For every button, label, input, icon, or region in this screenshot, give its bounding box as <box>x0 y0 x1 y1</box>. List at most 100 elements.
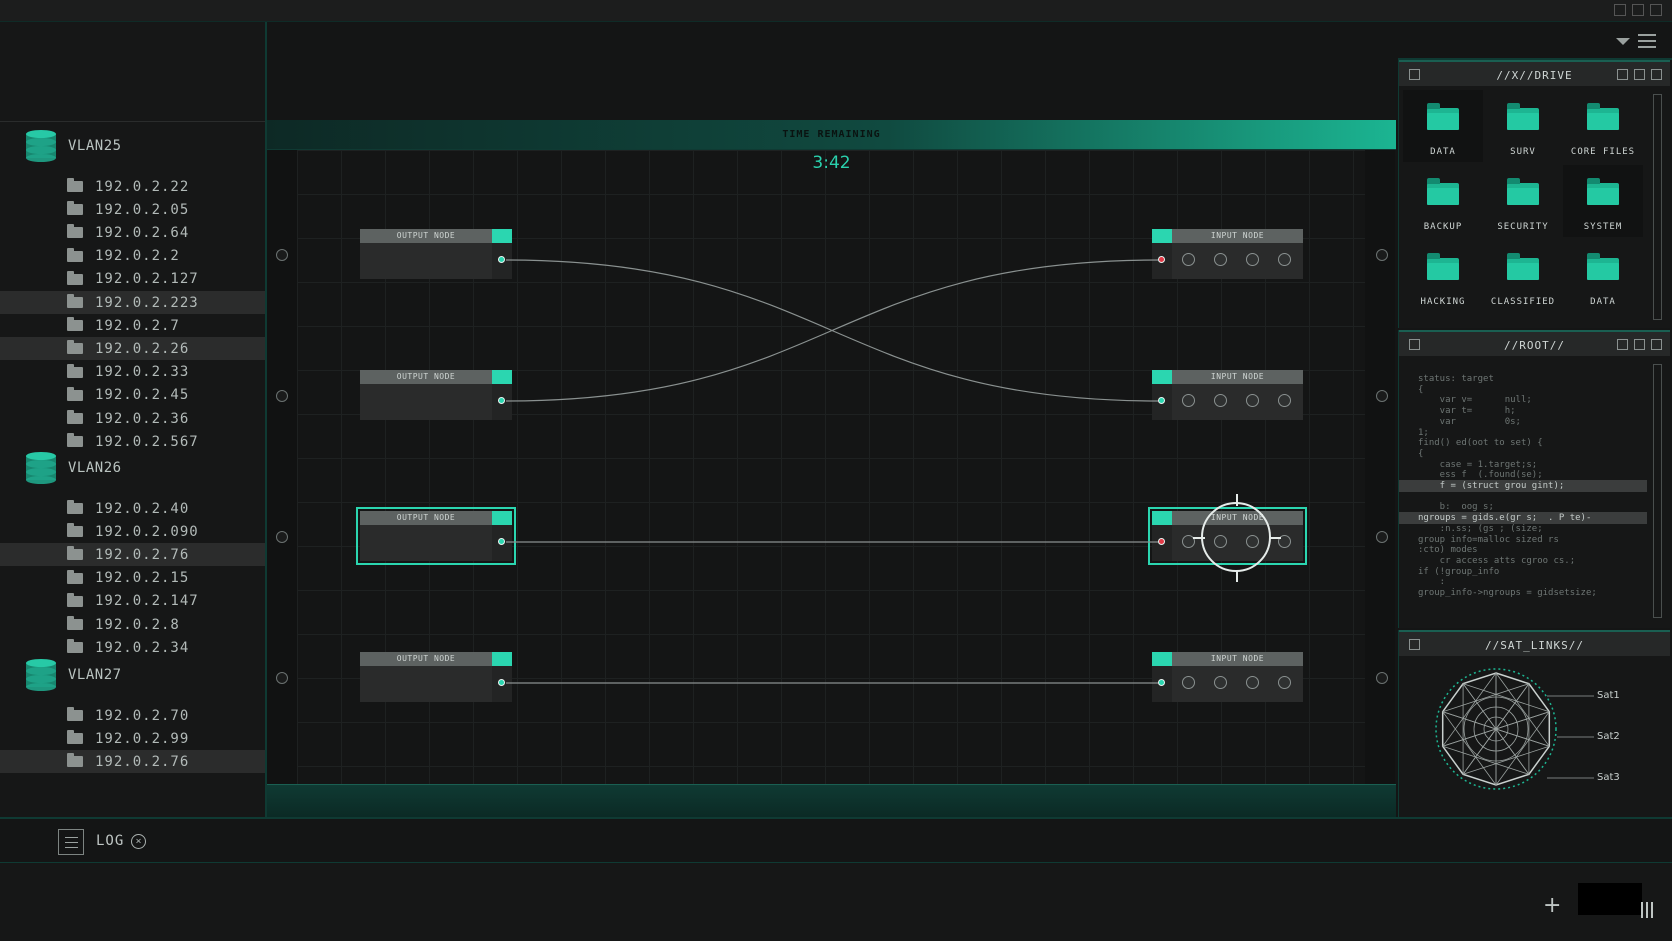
socket-icon[interactable] <box>1214 253 1227 266</box>
port-dot-icon <box>1158 679 1165 686</box>
vlan-group-header[interactable]: VLAN27 <box>26 657 122 693</box>
ip-address: 192.0.2.70 <box>95 707 190 724</box>
input-node[interactable]: INPUT NODE <box>1152 652 1303 702</box>
output-port[interactable] <box>492 666 512 702</box>
ip-list-item[interactable]: 192.0.2.45 <box>0 384 265 407</box>
panel-minimize-icon[interactable] <box>1617 339 1628 350</box>
drive-scrollbar[interactable] <box>1653 94 1662 320</box>
ip-list-item[interactable]: 192.0.2.2 <box>0 245 265 268</box>
panel-close-icon[interactable] <box>1651 69 1662 80</box>
ip-list-item[interactable]: 192.0.2.22 <box>0 175 265 198</box>
socket-icon[interactable] <box>1278 253 1291 266</box>
hamburger-icon[interactable] <box>1638 34 1656 48</box>
input-port[interactable] <box>1152 243 1172 279</box>
ip-list-item[interactable]: 192.0.2.76 <box>0 750 265 774</box>
drive-folder-label: BACKUP <box>1423 222 1463 232</box>
ip-list-item[interactable]: 192.0.2.127 <box>0 268 265 291</box>
output-node[interactable]: OUTPUT NODE <box>360 370 512 420</box>
menu-icon[interactable] <box>58 829 84 855</box>
panel-restore-icon[interactable] <box>1634 339 1645 350</box>
ip-list-item[interactable]: 192.0.2.147 <box>0 590 265 613</box>
drive-folder-item[interactable]: DATA <box>1403 90 1483 162</box>
ip-list-item[interactable]: 192.0.2.99 <box>0 727 265 750</box>
socket-icon[interactable] <box>1182 676 1195 689</box>
ip-list-item[interactable]: 192.0.2.26 <box>0 337 265 361</box>
drive-folder-item[interactable]: CORE FILES <box>1563 90 1643 162</box>
vlan-group-header[interactable]: VLAN25 <box>26 128 122 164</box>
port-dot-icon <box>1158 397 1165 404</box>
close-circle-icon[interactable]: × <box>131 834 146 849</box>
rail-port-icon[interactable] <box>1376 531 1388 543</box>
folder-icon <box>1507 103 1539 130</box>
chevron-down-icon[interactable] <box>1616 38 1630 45</box>
rail-port-icon[interactable] <box>1376 390 1388 402</box>
output-node[interactable]: OUTPUT NODE <box>360 652 512 702</box>
socket-icon[interactable] <box>1182 394 1195 407</box>
canvas-footer-bar <box>267 784 1396 817</box>
drive-folder-item[interactable]: SYSTEM <box>1563 165 1643 237</box>
output-port[interactable] <box>492 243 512 279</box>
socket-icon[interactable] <box>1246 676 1259 689</box>
ip-list-item[interactable]: 192.0.2.15 <box>0 567 265 590</box>
socket-icon[interactable] <box>1246 253 1259 266</box>
minimize-icon[interactable] <box>1614 4 1626 16</box>
rail-port-icon[interactable] <box>1376 249 1388 261</box>
ip-list-item[interactable]: 192.0.2.33 <box>0 361 265 384</box>
ip-list-item[interactable]: 192.0.2.76 <box>0 543 265 567</box>
socket-icon[interactable] <box>1214 676 1227 689</box>
ip-list-item[interactable]: 192.0.2.223 <box>0 291 265 314</box>
ip-list-item[interactable]: 192.0.2.34 <box>0 636 265 659</box>
output-port[interactable] <box>492 384 512 420</box>
maximize-icon[interactable] <box>1632 4 1644 16</box>
ip-list-item[interactable]: 192.0.2.64 <box>0 221 265 244</box>
output-node[interactable]: OUTPUT NODE <box>356 507 516 565</box>
ip-address: 192.0.2.2 <box>95 248 180 265</box>
panel-close-icon[interactable] <box>1651 339 1662 350</box>
drive-folder-item[interactable]: SECURITY <box>1483 165 1563 237</box>
input-port[interactable] <box>1152 525 1172 561</box>
rail-port-icon[interactable] <box>1376 672 1388 684</box>
plus-icon[interactable]: + <box>1543 893 1561 918</box>
drive-folder-item[interactable]: HACKING <box>1403 240 1483 312</box>
input-node[interactable]: INPUT NODE <box>1152 370 1303 420</box>
socket-icon[interactable] <box>1246 394 1259 407</box>
socket-icon[interactable] <box>1278 676 1291 689</box>
socket-icon[interactable] <box>1278 394 1291 407</box>
close-window-icon[interactable] <box>1650 4 1662 16</box>
bars-icon[interactable] <box>1641 902 1655 918</box>
ip-list-item[interactable]: 192.0.2.8 <box>0 613 265 636</box>
ip-list-item[interactable]: 192.0.2.40 <box>0 497 265 520</box>
ip-list-item[interactable]: 192.0.2.36 <box>0 407 265 430</box>
rail-port-icon[interactable] <box>276 390 288 402</box>
drive-folder-item[interactable]: SURV <box>1483 90 1563 162</box>
vlan-group-header[interactable]: VLAN26 <box>26 450 122 486</box>
ip-list-item[interactable]: 192.0.2.7 <box>0 314 265 337</box>
drive-folder-item[interactable]: BACKUP <box>1403 165 1483 237</box>
folder-icon <box>67 753 83 768</box>
rail-port-icon[interactable] <box>276 249 288 261</box>
output-port[interactable] <box>492 525 512 561</box>
output-node[interactable]: OUTPUT NODE <box>360 229 512 279</box>
socket-icon[interactable] <box>1182 253 1195 266</box>
log-label[interactable]: LOG <box>96 833 124 849</box>
folder-icon <box>1427 103 1459 130</box>
panel-minimize-icon[interactable] <box>1617 69 1628 80</box>
rail-port-icon[interactable] <box>276 672 288 684</box>
drive-folder-item[interactable]: CLASSIFIED <box>1483 240 1563 312</box>
node-tab-icon <box>492 511 512 525</box>
input-port[interactable] <box>1152 666 1172 702</box>
ip-list-item[interactable]: 192.0.2.05 <box>0 198 265 221</box>
right-toolbar <box>1398 22 1672 60</box>
rail-port-icon[interactable] <box>276 531 288 543</box>
input-node[interactable]: INPUT NODE <box>1152 229 1303 279</box>
ip-address: 192.0.2.26 <box>95 340 190 357</box>
folder-icon <box>67 340 83 355</box>
panel-restore-icon[interactable] <box>1634 69 1645 80</box>
drive-folder-item[interactable]: DATA <box>1563 240 1643 312</box>
input-port[interactable] <box>1152 384 1172 420</box>
socket-icon[interactable] <box>1214 394 1227 407</box>
ip-list-item[interactable]: 192.0.2.090 <box>0 520 265 543</box>
root-scrollbar[interactable] <box>1653 364 1662 618</box>
folder-icon <box>67 201 83 216</box>
ip-list-item[interactable]: 192.0.2.70 <box>0 704 265 727</box>
